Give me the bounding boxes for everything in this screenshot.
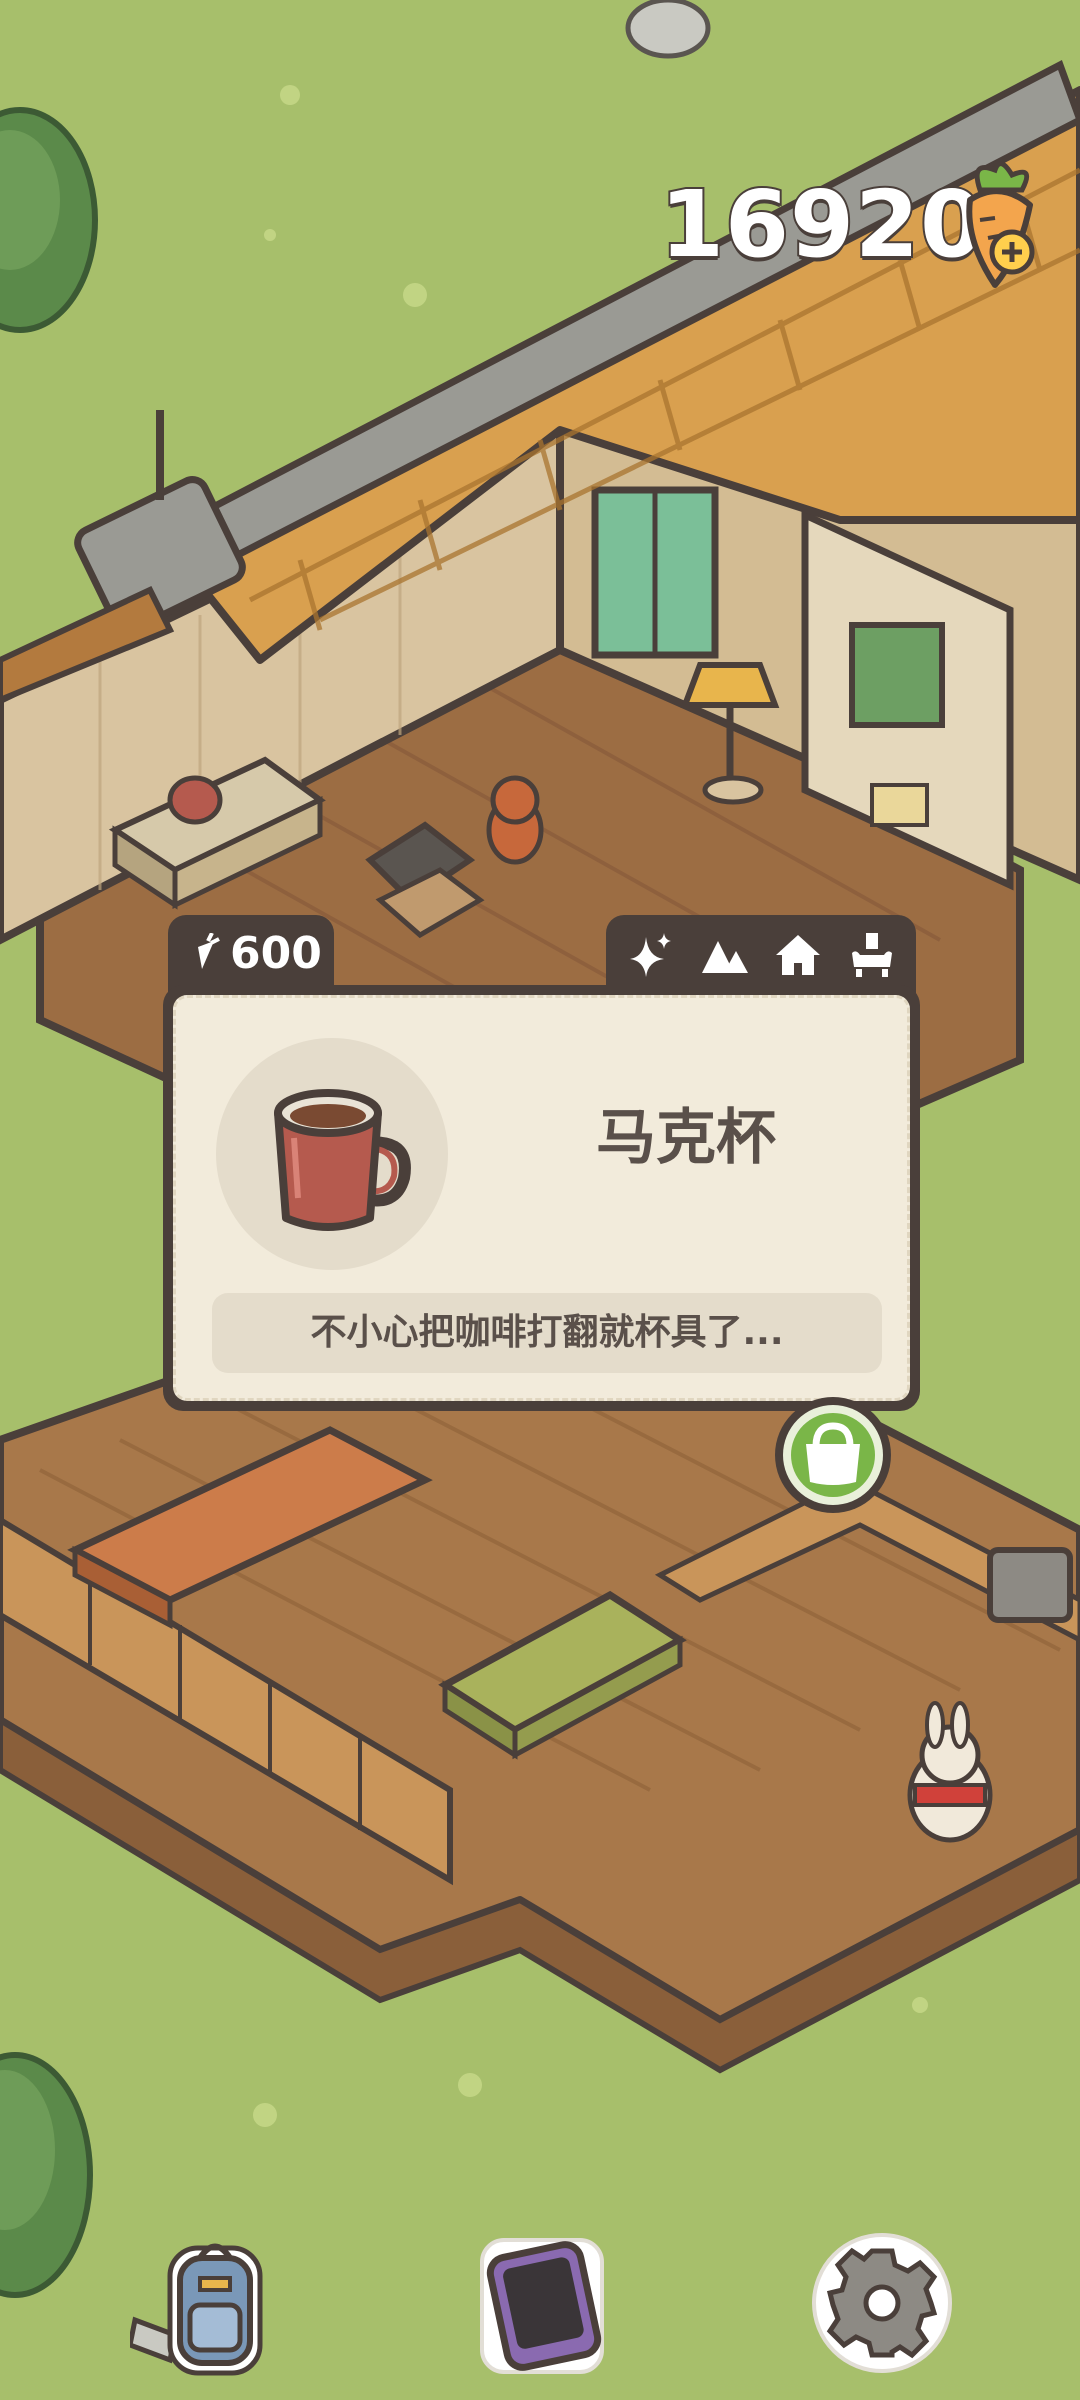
item-info-card: 马克杯 不小心把咖啡打翻就杯具了... — [163, 985, 920, 1411]
carrot-counter: 16920 — [658, 161, 1060, 290]
phone-icon[interactable] — [468, 2230, 616, 2380]
carrot-count: 16920 — [658, 169, 986, 280]
shopping-bag-icon[interactable] — [770, 1392, 896, 1518]
category-tabs — [606, 915, 916, 993]
settings-gear-icon[interactable] — [808, 2228, 956, 2378]
furniture-icon[interactable] — [846, 929, 898, 981]
cash-register — [987, 1547, 1073, 1623]
item-description: 不小心把咖啡打翻就杯具了... — [212, 1293, 882, 1373]
carrot-icon — [198, 933, 220, 969]
rock-top — [625, 0, 711, 59]
mug-icon — [274, 1089, 411, 1231]
carrot-plus-icon[interactable] — [950, 160, 1050, 290]
item-price: 600 — [230, 928, 322, 979]
sparkle-icon[interactable] — [624, 929, 676, 981]
house-icon[interactable] — [772, 929, 824, 981]
item-name: 马克杯 — [596, 1103, 776, 1173]
fox-character — [486, 775, 544, 865]
game-screen: 16920 600 马克杯 不小心把咖啡打翻就杯具了... — [0, 0, 1080, 2400]
item-thumbnail — [216, 1038, 448, 1270]
mountain-icon[interactable] — [698, 929, 750, 981]
backpack-icon[interactable] — [130, 2230, 280, 2390]
item-price-tab: 600 — [168, 915, 334, 993]
